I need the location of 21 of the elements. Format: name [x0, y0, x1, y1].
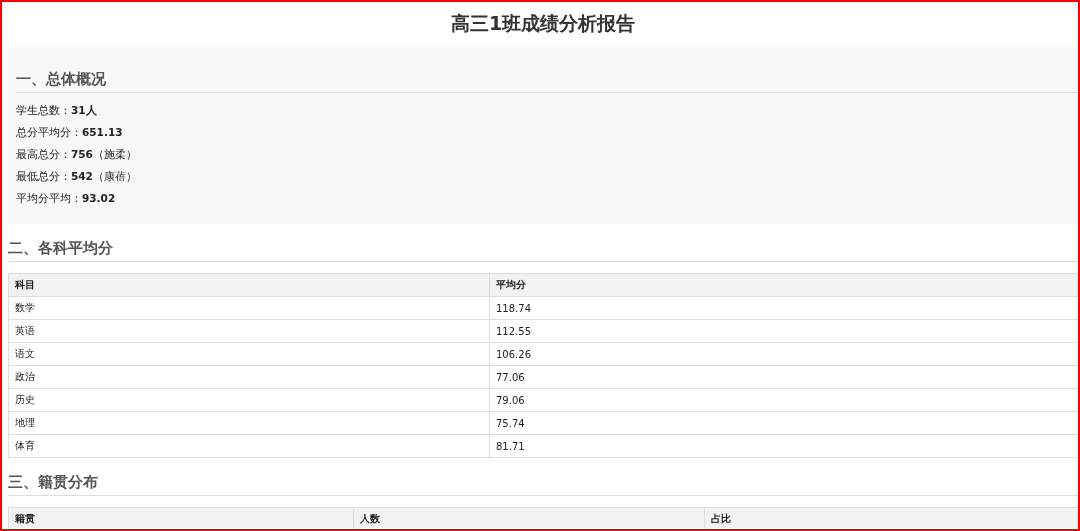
stat-line: 学生总数：31人	[16, 104, 97, 116]
table-cell: 地理	[8, 411, 490, 435]
section-heading: 二、各科平均分	[8, 239, 113, 258]
table-cell: 政治	[8, 365, 490, 389]
table-cell: 英语	[8, 319, 490, 343]
column-header: 科目	[8, 273, 490, 297]
column-header: 籍贯	[8, 507, 354, 529]
stat-line: 总分平均分：651.13	[16, 126, 123, 138]
table-cell: 语文	[8, 342, 490, 366]
table-cell: 历史	[8, 388, 490, 412]
report-title: 高三1班成绩分析报告	[450, 11, 636, 36]
table-cell: 数学	[8, 296, 490, 320]
table-cell: 体育	[8, 434, 490, 458]
stat-line: 平均分平均：93.02	[16, 192, 116, 204]
stat-line: 最高总分：756（施柔）	[16, 148, 137, 160]
section-heading: 一、总体概况	[16, 70, 106, 89]
column-header: 平均分	[489, 273, 1078, 297]
column-header: 人数	[353, 507, 705, 529]
section-heading: 三、籍贯分布	[8, 473, 98, 492]
column-header: 占比	[704, 507, 1078, 529]
stat-line: 最低总分：542（康蓓）	[16, 170, 137, 182]
